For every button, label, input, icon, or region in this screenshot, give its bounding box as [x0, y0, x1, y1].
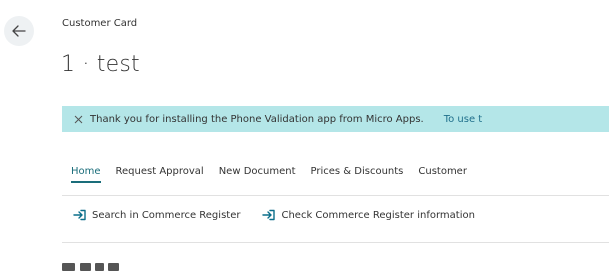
- arrow-right-enter-icon: [262, 209, 276, 221]
- action-label: Search in Commerce Register: [92, 209, 241, 221]
- notification-link[interactable]: To use t: [444, 114, 483, 125]
- action-label: Check Commerce Register information: [281, 209, 475, 221]
- notification-bar: Thank you for installing the Phone Valid…: [62, 106, 609, 132]
- page-caption: Customer Card: [62, 18, 138, 29]
- arrow-left-icon: [12, 25, 26, 37]
- tab-new-document[interactable]: New Document: [219, 166, 296, 181]
- check-commerce-register-button[interactable]: Check Commerce Register information: [262, 209, 475, 221]
- arrow-right-enter-icon: [73, 209, 86, 221]
- back-button[interactable]: [4, 16, 34, 46]
- tab-request-approval[interactable]: Request Approval: [116, 166, 204, 181]
- divider: [62, 195, 609, 196]
- search-commerce-register-button[interactable]: Search in Commerce Register: [73, 209, 240, 221]
- action-tabs: Home Request Approval New Document Price…: [71, 166, 482, 183]
- action-bar: Search in Commerce Register Check Commer…: [73, 209, 497, 221]
- section-heading-partial: [62, 262, 122, 272]
- page-title: 1 · test: [61, 52, 140, 77]
- tab-customer[interactable]: Customer: [418, 166, 467, 181]
- tab-prices-discounts[interactable]: Prices & Discounts: [311, 166, 404, 181]
- notification-message: Thank you for installing the Phone Valid…: [90, 113, 424, 125]
- divider: [62, 242, 609, 243]
- close-icon[interactable]: [74, 115, 83, 124]
- tab-home[interactable]: Home: [71, 166, 101, 183]
